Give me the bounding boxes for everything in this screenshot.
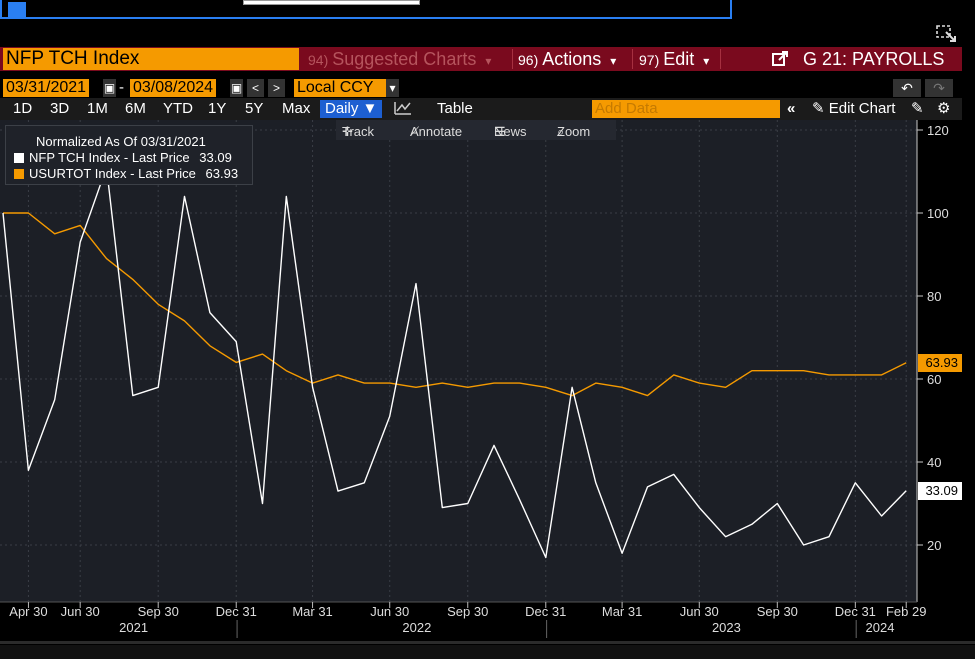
edit-label: Edit [663,49,695,69]
legend-item-nfp[interactable]: NFP TCH Index - Last Price 33.09 [14,150,232,165]
x-tick-label: Feb 29 [886,604,926,619]
x-tick-label: Sep 30 [447,604,488,619]
table-button[interactable]: Table [437,100,473,118]
period-6m[interactable]: 6M [125,100,146,118]
frequency-select[interactable]: Daily ▼ [320,100,383,118]
legend-swatch [14,169,24,179]
bottom-divider [0,641,975,644]
period-ytd[interactable]: YTD [163,100,193,118]
x-tick-label: Dec 31 [216,604,257,619]
track-label: Track [342,124,375,139]
page-link[interactable]: G 21: PAYROLLS [772,48,944,70]
chart-svg: 20 40 60 80 100 120 Apr 30 Jun 30 Sep 30 Dec 31 Ma… [0,120,975,640]
undo-icon[interactable]: ↶ [893,79,921,97]
zoom-label: Zoom [557,124,591,139]
menu-separator [512,49,513,69]
year-label: 2022 [402,620,431,635]
edit-arrow: ▾ [703,54,710,68]
suggested-num: 94) [308,52,329,68]
last-value-tag-nfp: 33.09 [918,481,962,500]
chart-legend: Normalized As Of 03/31/2021 NFP TCH Inde… [5,125,253,185]
x-tick-label: Dec 31 [525,604,566,619]
x-tick-label: Sep 30 [757,604,798,619]
menu-separator [720,49,721,69]
popout-icon[interactable] [935,23,959,45]
actions-menu[interactable]: 96) Actions ▾ [518,48,616,70]
security-field[interactable]: NFP TCH Index [3,48,299,70]
series-line-usurtot [3,212,907,397]
redo-icon[interactable]: ↷ [925,79,953,97]
news-label: News [494,124,527,139]
date-dash: - [119,79,124,96]
annotate-label: Annotate [410,124,463,139]
legend-value: 33.09 [199,150,232,165]
period-5y[interactable]: 5Y [245,100,263,118]
suggested-arrow: ▾ [485,54,492,68]
legend-label: NFP TCH Index - Last Price [29,150,190,165]
legend-value: 63.93 [205,166,239,181]
period-1m[interactable]: 1M [87,100,108,118]
edit-icon[interactable]: ✎ [911,100,924,118]
command-input[interactable] [243,0,420,5]
period-max[interactable]: Max [282,100,310,118]
year-label: 2023 [712,620,741,635]
x-tick-label: Mar 31 [602,604,642,619]
x-tick-label: Jun 30 [680,604,719,619]
page-label: G 21: PAYROLLS [803,49,945,69]
calendar-icon[interactable]: ▣ [103,79,116,97]
period-3d[interactable]: 3D [50,100,69,118]
bottom-strip [0,645,975,659]
legend-swatch [14,153,24,163]
series-line-nfp [2,166,907,559]
external-link-icon [772,50,790,72]
x-tick-label: Jun 30 [61,604,100,619]
suggested-charts-menu[interactable]: 94) Suggested Charts ▾ [308,48,491,70]
period-1y[interactable]: 1Y [208,100,226,118]
add-data-input[interactable]: Add Data [592,100,780,118]
chevron-right-icon[interactable]: > [268,79,285,97]
edit-menu[interactable]: 97) Edit ▾ [639,48,709,70]
period-1d[interactable]: 1D [13,100,32,118]
chevron-down-icon[interactable]: ▾ [386,79,399,97]
last-value-tag-usurtot: 63.93 [918,353,962,372]
x-tick-label: Dec 31 [835,604,876,619]
command-cursor [8,2,26,18]
legend-title: Normalized As Of 03/31/2021 [36,134,206,149]
y-tick-label: 100 [927,206,949,221]
menu-separator [632,49,633,69]
year-label: 2021 [119,620,148,635]
x-tick-label: Jun 30 [370,604,409,619]
edit-num: 97) [639,52,660,68]
x-tick-label: Sep 30 [138,604,179,619]
y-tick-label: 120 [927,123,949,138]
pencil-icon: ✎ [812,100,825,117]
collapse-icon[interactable]: « [787,100,795,118]
start-date-field[interactable]: 03/31/2021 [3,79,90,97]
line-chart-icon[interactable] [394,100,412,118]
currency-select[interactable]: Local CCY [294,79,386,97]
chart-tools: ✛ Track ⟋ Annotate ☰ News ⌕ Zoom [336,120,616,140]
calendar-icon[interactable]: ▣ [230,79,243,97]
actions-num: 96) [518,52,539,68]
edit-chart-label: Edit Chart [828,100,896,117]
year-label: 2024 [866,620,895,635]
suggested-label: Suggested Charts [332,49,477,69]
edit-chart-button[interactable]: ✎ Edit Chart [812,100,895,118]
actions-label: Actions [542,49,602,69]
y-tick-label: 80 [927,289,941,304]
legend-item-usurtot[interactable]: USURTOT Index - Last Price 63.93 [14,166,238,181]
x-tick-label: Apr 30 [9,604,47,619]
x-tick-label: Mar 31 [292,604,332,619]
actions-arrow: ▾ [610,54,617,68]
y-tick-label: 40 [927,455,941,470]
legend-label: USURTOT Index - Last Price [29,166,196,181]
gear-icon[interactable]: ⚙ [937,100,950,118]
y-tick-label: 60 [927,372,941,387]
end-date-field[interactable]: 03/08/2024 [130,79,217,97]
chevron-left-icon[interactable]: < [247,79,264,97]
y-tick-label: 20 [927,538,941,553]
